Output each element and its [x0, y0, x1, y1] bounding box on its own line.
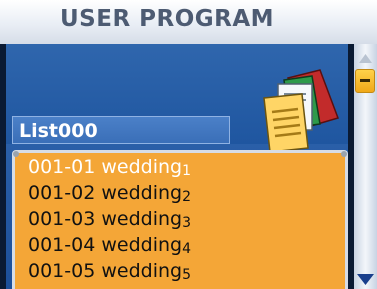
- list-item-2[interactable]: 001-02 wedding2: [28, 182, 191, 208]
- title-bar: USER PROGRAM: [0, 0, 377, 44]
- item-label: wedding: [101, 234, 183, 256]
- item-number: 4: [182, 241, 192, 257]
- list-item-5[interactable]: 001-05 wedding5: [28, 260, 191, 286]
- page-title: USER PROGRAM: [60, 6, 275, 32]
- documents-icon: [263, 69, 339, 152]
- item-number: 2: [182, 189, 192, 205]
- item-number: 1: [182, 163, 192, 179]
- list-name-label: List000: [19, 120, 98, 142]
- list-item-4[interactable]: 001-04 wedding4: [28, 234, 191, 260]
- item-code: 001-05: [28, 260, 96, 282]
- scroll-thumb-minus-icon[interactable]: [355, 69, 375, 93]
- item-number: 3: [182, 215, 192, 231]
- item-code: 001-04: [28, 234, 96, 256]
- item-code: 001-02: [28, 182, 96, 204]
- corner-rivet: [341, 151, 347, 157]
- scroll-up-arrow-icon[interactable]: [354, 48, 377, 68]
- item-label: wedding: [101, 182, 183, 204]
- list-item-1[interactable]: 001-01 wedding1: [28, 156, 191, 182]
- corner-rivet: [13, 151, 19, 157]
- item-label: wedding: [101, 260, 183, 282]
- program-list[interactable]: 001-01 wedding1 001-02 wedding2 001-03 w…: [12, 150, 348, 289]
- item-code: 001-01: [28, 156, 96, 178]
- item-number: 5: [182, 267, 192, 283]
- item-label: wedding: [101, 156, 183, 178]
- list-item-3[interactable]: 001-03 wedding3: [28, 208, 191, 234]
- list-name-field[interactable]: List000: [12, 116, 230, 144]
- item-code: 001-03: [28, 208, 96, 230]
- scroll-down-arrow-icon[interactable]: [354, 268, 377, 289]
- item-label: wedding: [101, 208, 183, 230]
